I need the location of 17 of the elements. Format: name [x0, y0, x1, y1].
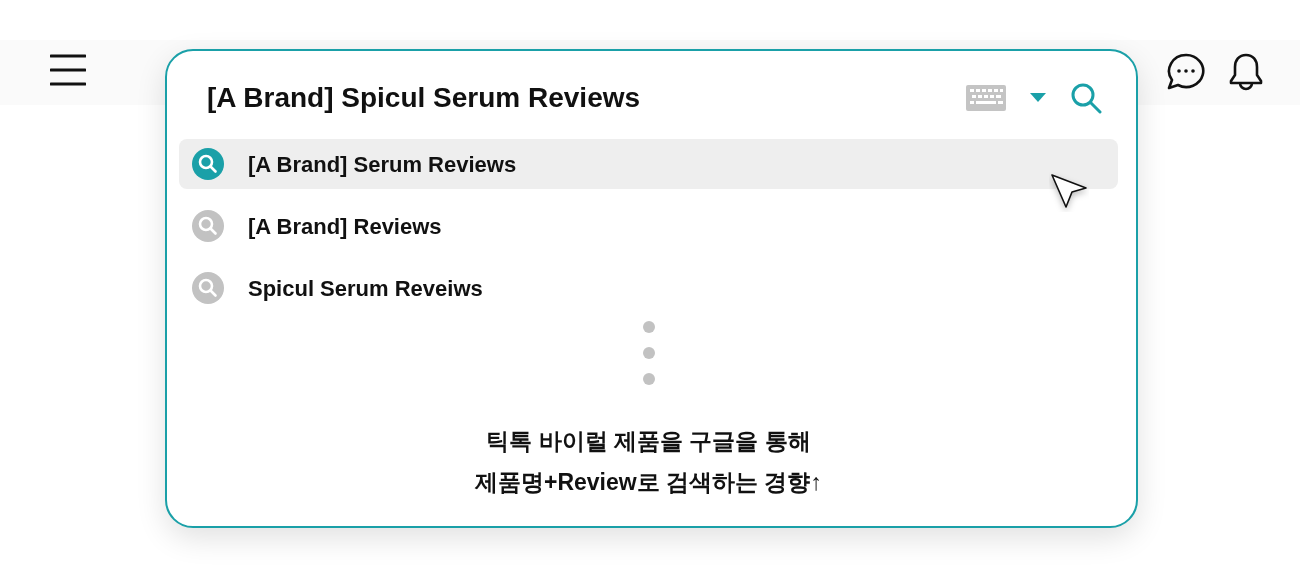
search-icon [192, 272, 224, 304]
dropdown-caret-icon[interactable] [1030, 93, 1046, 103]
search-icon [192, 148, 224, 180]
chat-icon[interactable] [1166, 52, 1206, 92]
suggestion-item[interactable]: [A Brand] Serum Reviews [179, 139, 1118, 189]
more-dot [642, 321, 655, 333]
suggestion-item[interactable]: [A Brand] Reviews [179, 201, 1118, 251]
caption-line: 제품명+Review로 검색하는 경향↑ [475, 468, 822, 497]
search-icon [192, 210, 224, 242]
caption-line: 틱톡 바이럴 제품을 구글을 통해 [486, 427, 811, 456]
bell-icon[interactable] [1228, 52, 1264, 92]
suggestion-item[interactable]: Spicul Serum Reveiws [179, 263, 1118, 313]
search-icon[interactable] [1070, 82, 1102, 114]
more-dot [642, 373, 655, 385]
more-dot [642, 347, 655, 359]
search-query[interactable]: [A Brand] Spicul Serum Reviews [179, 77, 966, 119]
menu-icon[interactable] [50, 54, 86, 86]
